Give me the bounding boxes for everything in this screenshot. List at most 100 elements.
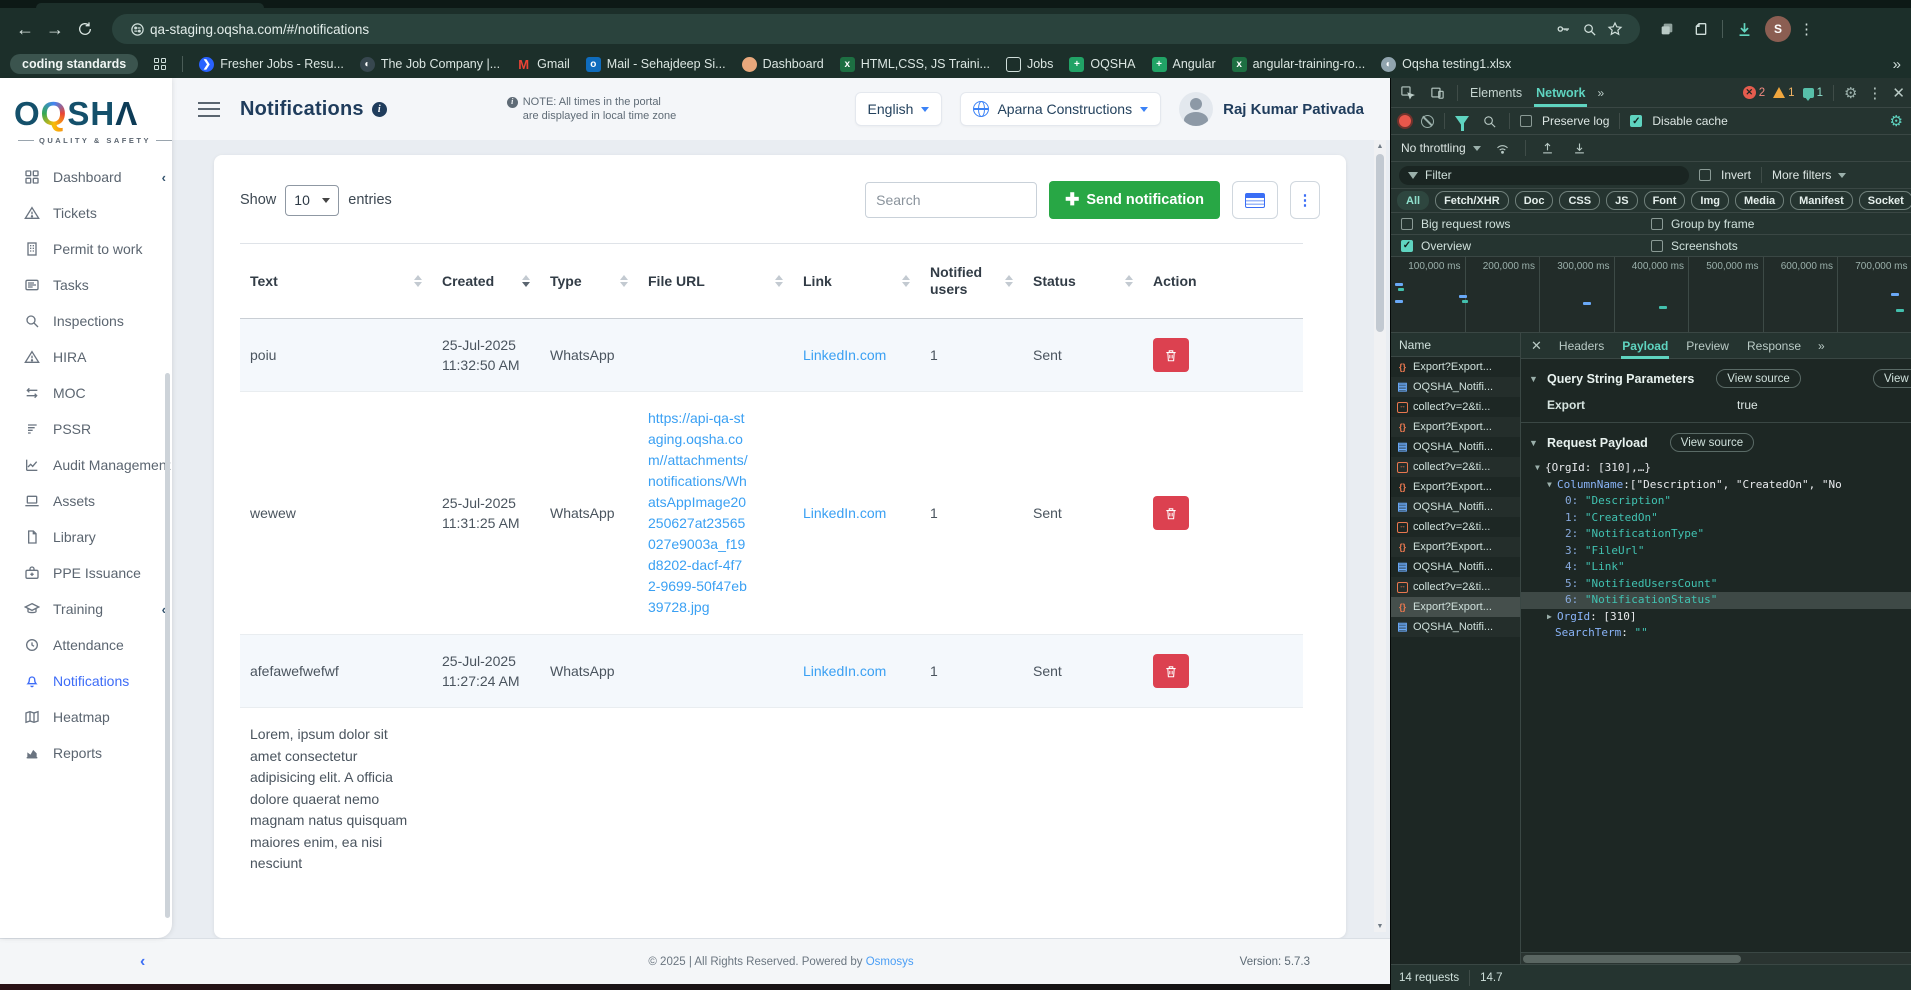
column-visibility-button[interactable]	[1232, 181, 1278, 219]
request-row[interactable]: ▤OQSHA_Notifi...	[1391, 557, 1520, 577]
zoom-icon[interactable]	[1576, 16, 1602, 42]
chip-doc[interactable]: Doc	[1515, 191, 1554, 210]
delete-button[interactable]	[1153, 338, 1189, 372]
warning-badge[interactable]: 1	[1773, 87, 1794, 99]
import-har-icon[interactable]	[1538, 138, 1558, 158]
organization-dropdown[interactable]: Aparna Constructions	[960, 92, 1161, 126]
sidebar-scrollbar[interactable]	[165, 373, 170, 918]
disable-cache-checkbox[interactable]: ✓	[1630, 115, 1642, 127]
sidebar-item-library[interactable]: Library	[0, 519, 172, 555]
request-row[interactable]: ↔collect?v=2&ti...	[1391, 457, 1520, 477]
preserve-log-checkbox[interactable]	[1520, 115, 1532, 127]
request-row[interactable]: {}Export?Export...	[1391, 417, 1520, 437]
request-row[interactable]: ▤OQSHA_Notifi...	[1391, 377, 1520, 397]
network-settings-gear-icon[interactable]: ⚙	[1890, 112, 1903, 130]
request-row[interactable]: {}Export?Export...	[1391, 477, 1520, 497]
view-decoded-button[interactable]: View decoded	[1873, 369, 1911, 388]
request-row[interactable]: {}Export?Export...	[1391, 537, 1520, 557]
tree-columnname[interactable]: ▼ColumnName: ["Description", "CreatedOn"…	[1521, 477, 1911, 494]
scrollbar-thumb[interactable]	[1376, 154, 1384, 332]
sidebar-item-audit-management[interactable]: Audit Management	[0, 447, 172, 483]
sidebar-item-moc[interactable]: MOC	[0, 375, 172, 411]
bookmark-item[interactable]: Dashboard	[742, 57, 824, 72]
close-detail-icon[interactable]: ✕	[1531, 338, 1542, 354]
detail-more-tabs-chevron[interactable]: »	[1818, 339, 1825, 353]
bookmark-item[interactable]: Jobs	[1006, 57, 1053, 72]
chip-manifest[interactable]: Manifest	[1790, 191, 1853, 210]
scroll-down-arrow[interactable]: ▼	[1374, 920, 1386, 932]
chip-media[interactable]: Media	[1735, 191, 1784, 210]
request-row[interactable]: ↔collect?v=2&ti...	[1391, 397, 1520, 417]
tab-groups-icon[interactable]	[1654, 16, 1680, 42]
overview-checkbox[interactable]: ✓	[1401, 240, 1413, 252]
back-button[interactable]: ←	[10, 14, 40, 44]
sidebar-collapse-chevron[interactable]: ‹	[140, 953, 145, 971]
sort-icons[interactable]	[522, 275, 530, 287]
sidebar-item-heatmap[interactable]: Heatmap	[0, 699, 172, 735]
device-toolbar-icon[interactable]	[1427, 83, 1447, 103]
query-string-section-header[interactable]: ▼ Query String Parameters View source Vi…	[1521, 359, 1911, 394]
bookmark-item[interactable]: oMail - Sehajdeep Si...	[586, 57, 726, 72]
more-filters-dropdown[interactable]: More filters	[1772, 168, 1846, 182]
chevron-left-icon[interactable]: ‹	[162, 170, 166, 185]
sidebar-item-reports[interactable]: Reports	[0, 735, 172, 771]
inspect-element-icon[interactable]	[1397, 83, 1417, 103]
column-header-text[interactable]: Text	[240, 243, 432, 319]
chip-all[interactable]: All	[1397, 191, 1429, 210]
network-overview[interactable]: 100,000 ms 200,000 ms 300,000 ms 400,000…	[1391, 257, 1911, 333]
sort-icons[interactable]	[902, 275, 910, 287]
sidebar-item-pssr[interactable]: PSSR	[0, 411, 172, 447]
bookmark-folder[interactable]: coding standards	[10, 54, 138, 74]
sidebar-item-tasks[interactable]: Tasks	[0, 267, 172, 303]
export-har-icon[interactable]	[1570, 138, 1590, 158]
request-row[interactable]: ▤OQSHA_Notifi...	[1391, 497, 1520, 517]
send-notification-button[interactable]: ✚ Send notification	[1049, 181, 1220, 219]
link[interactable]: LinkedIn.com	[803, 503, 886, 523]
name-column-header[interactable]: Name	[1391, 333, 1520, 357]
bookmark-item[interactable]: xHTML,CSS, JS Traini...	[840, 57, 990, 72]
tab-headers[interactable]: Headers	[1558, 334, 1605, 358]
tree-root[interactable]: ▼{OrgId: [310],…}	[1521, 460, 1911, 477]
big-request-rows-checkbox[interactable]	[1401, 218, 1413, 230]
devtools-close-icon[interactable]: ✕	[1892, 84, 1905, 102]
sidebar-item-dashboard[interactable]: Dashboard‹	[0, 159, 172, 195]
devtools-tab-elements[interactable]: Elements	[1468, 80, 1524, 106]
tab-response[interactable]: Response	[1746, 334, 1802, 358]
error-badge[interactable]: ✕2	[1743, 86, 1765, 99]
triangle-down-icon[interactable]: ▼	[1529, 374, 1539, 384]
invert-checkbox[interactable]	[1699, 169, 1711, 181]
file-url-link[interactable]: https://api-qa-staging.oqsha.com//attach…	[648, 408, 748, 618]
bookmark-item[interactable]: xangular-training-ro...	[1232, 57, 1366, 72]
request-row[interactable]: ▤OQSHA_Notifi...	[1391, 437, 1520, 457]
link[interactable]: LinkedIn.com	[803, 345, 886, 365]
search-input[interactable]	[865, 182, 1037, 218]
sidebar-item-ppe-issuance[interactable]: PPE Issuance	[0, 555, 172, 591]
tab-preview[interactable]: Preview	[1685, 334, 1730, 358]
devtools-tab-network[interactable]: Network	[1534, 80, 1587, 106]
sidebar-item-training[interactable]: Training‹	[0, 591, 172, 627]
url-text[interactable]: qa-staging.oqsha.com/#/notifications	[150, 22, 369, 37]
bookmark-item[interactable]: ◐Oqsha testing1.xlsx	[1381, 57, 1511, 72]
chip-socket[interactable]: Socket	[1859, 191, 1911, 210]
bookmark-item[interactable]: MGmail	[516, 57, 570, 72]
osmosys-link[interactable]: Osmosys	[866, 956, 914, 968]
sidebar-item-assets[interactable]: Assets	[0, 483, 172, 519]
sort-icons[interactable]	[620, 275, 628, 287]
user-menu[interactable]: Raj Kumar Pativada	[1179, 92, 1364, 126]
table-menu-button[interactable]: ⋮	[1290, 181, 1320, 219]
column-header-created[interactable]: Created	[432, 243, 540, 319]
view-source-button[interactable]: View source	[1716, 369, 1800, 388]
devtools-more-tabs-chevron[interactable]: »	[1597, 86, 1604, 100]
search-icon[interactable]	[1479, 111, 1499, 131]
sort-icons[interactable]	[1005, 275, 1013, 287]
record-button[interactable]	[1399, 115, 1411, 127]
sort-icons[interactable]	[414, 275, 422, 287]
bookmark-item[interactable]: +Angular	[1152, 57, 1216, 72]
request-row[interactable]: ↔collect?v=2&ti...	[1391, 517, 1520, 537]
delete-button[interactable]	[1153, 496, 1189, 530]
network-conditions-icon[interactable]	[1493, 138, 1513, 158]
scrollbar-thumb[interactable]	[1523, 955, 1741, 963]
throttling-dropdown[interactable]: No throttling	[1401, 141, 1481, 155]
forward-button[interactable]: →	[40, 14, 70, 44]
chip-font[interactable]: Font	[1644, 191, 1686, 210]
